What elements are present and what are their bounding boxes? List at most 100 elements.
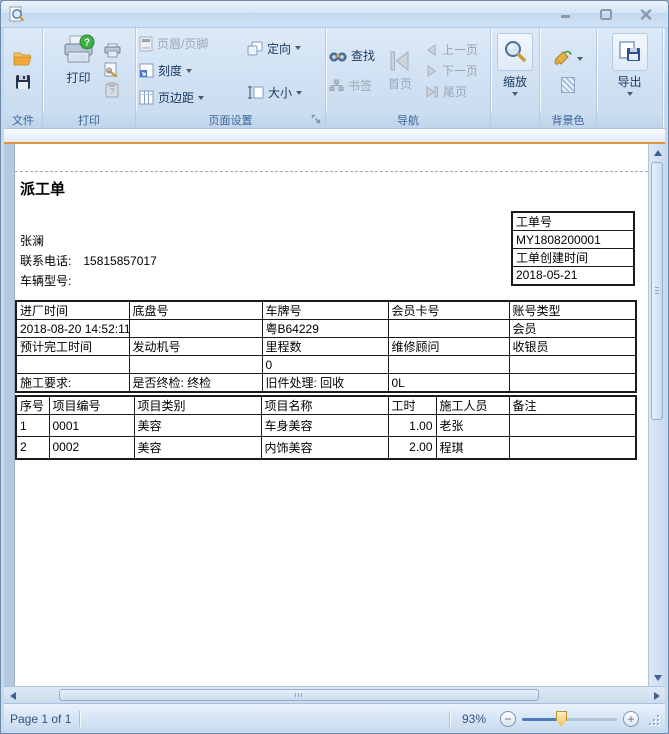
statusbar: Page 1 of 1 93% − +	[4, 703, 665, 733]
orientation-icon	[247, 41, 263, 56]
arrow-right-icon	[654, 692, 660, 700]
info-table: 进厂时间 底盘号 车牌号 会员卡号 账号类型 2018-08-20 14:52:…	[15, 300, 637, 393]
scroll-right-button[interactable]	[648, 687, 665, 704]
quick-print-button[interactable]	[104, 43, 121, 58]
zoom-slider-track-filled	[522, 718, 560, 721]
table-cell: 工单号	[512, 212, 634, 231]
group-label-text: 页面设置	[209, 112, 253, 128]
page-indicator: Page 1 of 1	[10, 712, 71, 726]
open-button[interactable]	[13, 51, 33, 66]
titlebar	[1, 1, 668, 28]
table-row: 0	[16, 356, 636, 374]
table-cell: 0L	[388, 374, 509, 393]
zoom-in-button[interactable]: +	[623, 711, 639, 727]
page-color-button[interactable]	[553, 49, 583, 69]
horizontal-scroll-thumb[interactable]	[59, 689, 539, 701]
minimize-button[interactable]	[554, 7, 578, 21]
phone-label: 联系电话:	[20, 254, 71, 268]
scale-icon	[139, 63, 154, 78]
table-cell: 发动机号	[129, 338, 262, 356]
ribbon-group-page-setup: 页眉/页脚 刻度	[136, 28, 326, 128]
vertical-scrollbar[interactable]	[648, 144, 665, 686]
last-page-button[interactable]: 尾页	[425, 83, 467, 101]
dialog-launcher-button[interactable]	[311, 114, 322, 125]
zoom-slider-thumb[interactable]	[556, 711, 567, 727]
table-cell: 美容	[134, 437, 261, 459]
first-page-icon	[387, 49, 413, 73]
table-cell: 1	[16, 415, 49, 437]
save-icon	[15, 74, 31, 90]
table-cell	[388, 320, 509, 338]
export-button[interactable]: 导出	[608, 32, 652, 109]
header-footer-button[interactable]: 页眉/页脚	[139, 32, 208, 55]
watermark-button[interactable]	[561, 77, 575, 93]
print-selection-button[interactable]: ?	[105, 82, 119, 98]
scale-button[interactable]: 刻度	[139, 59, 192, 82]
statusbar-separator	[449, 711, 450, 727]
first-page-button[interactable]: 首页	[383, 48, 417, 93]
horizontal-scrollbar[interactable]	[4, 686, 665, 703]
group-label-navigation: 导航	[326, 111, 490, 128]
table-cell: 粤B64229	[262, 320, 388, 338]
zoom-button[interactable]: 缩放	[493, 32, 537, 109]
document-title: 派工单	[20, 178, 65, 199]
margins-label: 页边距	[158, 89, 194, 106]
chevron-down-icon	[577, 57, 583, 61]
close-button[interactable]	[634, 7, 658, 21]
table-header-cell: 工时	[388, 396, 436, 415]
table-cell: 2.00	[388, 437, 436, 459]
table-cell: 程琪	[436, 437, 509, 459]
phone-value: 15815857017	[83, 254, 156, 268]
table-cell	[509, 374, 636, 393]
table-cell: 2018-08-20 14:52:11	[16, 320, 129, 338]
thumb-grip	[655, 287, 659, 295]
ribbon-group-file: 文件	[4, 28, 43, 128]
next-page-button[interactable]: 下一页	[425, 62, 478, 80]
find-button[interactable]: 查找	[329, 46, 375, 66]
print-options-button[interactable]	[104, 62, 120, 78]
orientation-label: 定向	[267, 40, 291, 57]
size-button[interactable]: 大小	[247, 81, 302, 104]
scroll-left-button[interactable]	[4, 687, 21, 704]
table-cell: 车牌号	[262, 301, 388, 320]
binoculars-icon	[329, 50, 347, 62]
scroll-down-button[interactable]	[649, 669, 665, 686]
zoom-out-button[interactable]: −	[500, 711, 516, 727]
save-button[interactable]	[15, 74, 31, 90]
table-row: 2018-08-20 14:52:11 粤B64229 会员	[16, 320, 636, 338]
table-header-cell: 备注	[509, 396, 636, 415]
zoom-label: 缩放	[503, 73, 527, 90]
margins-button[interactable]: 页边距	[139, 86, 204, 109]
table-cell: 进厂时间	[16, 301, 129, 320]
table-cell	[129, 320, 262, 338]
arrow-up-icon	[654, 150, 662, 156]
group-label-zoom	[491, 111, 539, 128]
ribbon-group-zoom: 缩放	[491, 28, 540, 128]
orientation-button[interactable]: 定向	[247, 37, 301, 60]
resize-grip[interactable]	[647, 713, 659, 725]
prev-page-icon	[425, 44, 438, 56]
svg-text:?: ?	[83, 38, 89, 49]
scroll-up-button[interactable]	[649, 144, 665, 161]
table-header-cell: 施工人员	[436, 396, 509, 415]
print-preview-icon	[8, 6, 25, 23]
zoom-slider[interactable]	[522, 711, 617, 727]
vertical-scroll-thumb[interactable]	[651, 162, 663, 420]
table-cell: 施工要求:	[16, 374, 129, 393]
maximize-button[interactable]	[594, 7, 618, 21]
print-button[interactable]: ? 打印	[58, 32, 100, 109]
ribbon-group-background: 背景色	[540, 28, 597, 128]
printer-icon: ?	[62, 33, 96, 67]
group-label-export	[597, 111, 662, 128]
table-header-row: 序号 项目编号 项目类别 项目名称 工时 施工人员 备注	[16, 396, 636, 415]
group-label-file: 文件	[4, 111, 42, 128]
first-page-label: 首页	[388, 75, 412, 92]
ribbon-group-navigation: 查找 书签	[326, 28, 491, 128]
header-footer-icon	[139, 36, 153, 52]
table-cell: 内饰美容	[261, 437, 388, 459]
bookmark-button[interactable]: 书签	[329, 76, 372, 96]
table-cell: 会员	[509, 320, 636, 338]
table-cell: 车身美容	[261, 415, 388, 437]
table-cell: 旧件处理: 回收	[262, 374, 388, 393]
prev-page-button[interactable]: 上一页	[425, 41, 478, 59]
